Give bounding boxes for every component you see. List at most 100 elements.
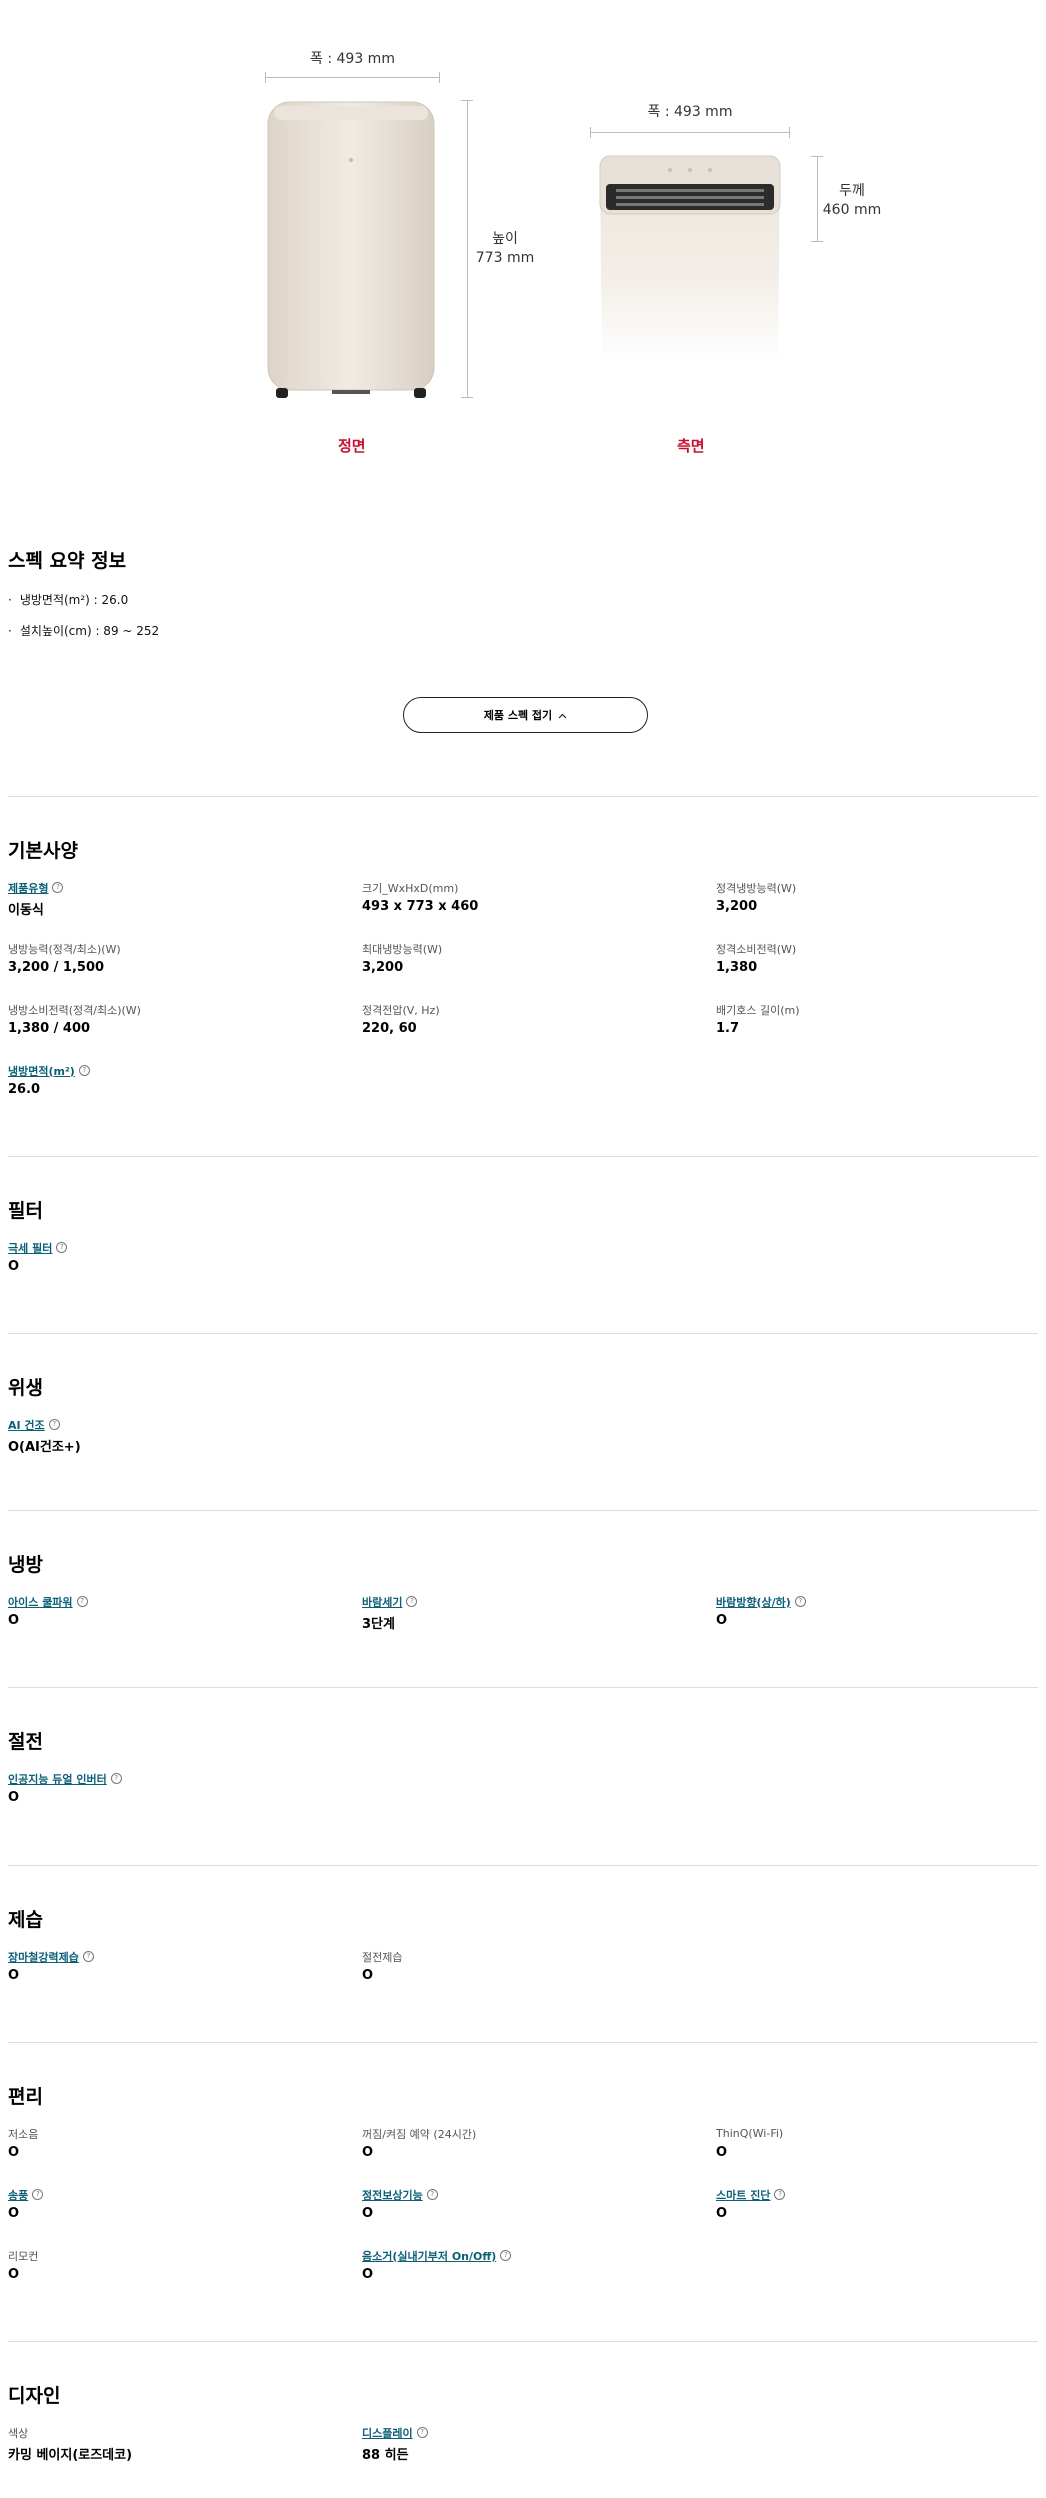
spec-label[interactable]: 바람세기?	[362, 1594, 692, 1609]
spec-label-link[interactable]: 디스플레이	[362, 2425, 413, 2441]
spec-label-link[interactable]: 아이스 쿨파워	[8, 1594, 73, 1610]
spec-label-link[interactable]: 장마철강력제습	[8, 1949, 79, 1965]
spec-label-text: 색상	[8, 2426, 29, 2440]
spec-label-link[interactable]: 냉방면적(m²)	[8, 1063, 75, 1079]
info-icon[interactable]: ?	[56, 1242, 68, 1253]
spec-item: 색상카밍 베이지(로즈데코)	[8, 2425, 338, 2464]
spec-value: 26.0	[8, 1082, 41, 1097]
spec-item: 인공지능 듀얼 인버터? O	[8, 1771, 338, 1805]
spec-label-link[interactable]: 바람방향(상/하)	[716, 1594, 791, 1610]
spec-label-link[interactable]: 인공지능 듀얼 인버터	[8, 1771, 107, 1787]
info-icon[interactable]: ?	[406, 1596, 418, 1607]
spec-label[interactable]: 장마철강력제습?	[8, 1949, 338, 1964]
spec-item: 저소음 O	[8, 2126, 338, 2161]
info-icon[interactable]: ?	[774, 2189, 786, 2200]
spec-value: 493 x 773 x 460	[362, 899, 479, 914]
spec-label: 절전제습	[362, 1949, 692, 1964]
spec-item: 제품유형? 이동식	[8, 880, 338, 918]
spec-label-link[interactable]: 극세 필터	[8, 1240, 52, 1256]
spec-label-link[interactable]: 송풍	[8, 2187, 28, 2203]
spec-item: 꺼짐/켜짐 예약 (24시간) O	[362, 2126, 692, 2161]
spec-label[interactable]: 아이스 쿨파워?	[8, 1594, 338, 1609]
spec-value: O	[716, 2206, 728, 2221]
spec-value: 3단계	[362, 1617, 395, 1632]
spec-value: 3,200 / 1,500	[8, 960, 105, 975]
section-title-convenience: 편리	[8, 2086, 43, 2108]
spec-item: 정전보상기능? O	[362, 2187, 692, 2221]
spec-label-link[interactable]: 바람세기	[362, 1594, 402, 1610]
spec-label-text: 냉방능력(정격/최소)(W)	[8, 942, 121, 956]
spec-item: 냉방능력(정격/최소)(W) 3,200 / 1,500	[8, 941, 338, 976]
spec-value: 1.7	[716, 1021, 740, 1036]
spec-label: 색상	[8, 2425, 338, 2440]
info-icon[interactable]: ?	[76, 1596, 88, 1607]
spec-label[interactable]: 극세 필터?	[8, 1240, 338, 1255]
spec-item: 바람세기? 3단계	[362, 1594, 692, 1632]
spec-value: 카밍 베이지(로즈데코)	[8, 2448, 133, 2463]
section-title-hygiene: 위생	[8, 1377, 43, 1399]
info-icon[interactable]: ?	[32, 2189, 44, 2200]
info-icon[interactable]: ?	[426, 2189, 438, 2200]
spec-label-link[interactable]: 음소거(실내기부저 On/Off)	[362, 2248, 496, 2264]
info-icon[interactable]: ?	[416, 2427, 428, 2438]
spec-value: 3,200	[362, 960, 404, 975]
spec-item: 음소거(실내기부저 On/Off)? O	[362, 2248, 692, 2282]
spec-label-link[interactable]: 정전보상기능	[362, 2187, 423, 2203]
spec-item: 스마트 진단? O	[716, 2187, 1046, 2221]
info-icon[interactable]: ?	[78, 1065, 90, 1076]
spec-label[interactable]: 스마트 진단?	[716, 2187, 1046, 2202]
spec-value: O(AI건조+)	[8, 1440, 81, 1455]
spec-value: 88 히든	[362, 2448, 409, 2463]
spec-label[interactable]: AI 건조?	[8, 1417, 338, 1432]
spec-label: 크기_WxHxD(mm)	[362, 880, 692, 895]
spec-label-text: 정격소비전력(W)	[716, 942, 797, 956]
info-icon[interactable]: ?	[110, 1773, 122, 1784]
fold-spec-button[interactable]: 제품 스펙 접기	[403, 697, 648, 733]
summary-item: 냉방면적(m²) : 26.0	[8, 591, 128, 608]
spec-label: 냉방소비전력(정격/최소)(W)	[8, 1002, 338, 1017]
spec-label[interactable]: 정전보상기능?	[362, 2187, 692, 2202]
spec-label-link[interactable]: AI 건조	[8, 1417, 45, 1433]
spec-label[interactable]: 음소거(실내기부저 On/Off)?	[362, 2248, 692, 2263]
chevron-up-icon	[558, 709, 567, 722]
spec-item: 정격전압(V, Hz) 220, 60	[362, 1002, 692, 1037]
spec-label[interactable]: 송풍?	[8, 2187, 338, 2202]
summary-title: 스펙 요약 정보	[8, 550, 127, 572]
spec-label[interactable]: 디스플레이?	[362, 2425, 692, 2440]
spec-label-text: 배기호스 길이(m)	[716, 1003, 800, 1017]
spec-item: 최대냉방능력(W) 3,200	[362, 941, 692, 976]
spec-label[interactable]: 제품유형?	[8, 880, 338, 895]
spec-item: ThinQ(Wi-Fi) O	[716, 2126, 1046, 2160]
spec-value: O	[716, 2145, 728, 2160]
spec-label-link[interactable]: 제품유형	[8, 880, 48, 896]
info-icon[interactable]: ?	[500, 2250, 512, 2261]
spec-label-text: 리모컨	[8, 2249, 39, 2263]
section-title-filter: 필터	[8, 1200, 43, 1222]
spec-label-link[interactable]: 스마트 진단	[716, 2187, 770, 2203]
spec-value: O	[8, 1790, 20, 1805]
spec-label: 정격전압(V, Hz)	[362, 1002, 692, 1017]
spec-item: 아이스 쿨파워? O	[8, 1594, 338, 1628]
spec-label[interactable]: 냉방면적(m²)?	[8, 1063, 338, 1078]
spec-item: 냉방면적(m²)? 26.0	[8, 1063, 338, 1097]
info-icon[interactable]: ?	[52, 882, 64, 893]
section-title-basic: 기본사양	[8, 840, 78, 862]
spec-value: O	[716, 1613, 728, 1628]
spec-label[interactable]: 인공지능 듀얼 인버터?	[8, 1771, 338, 1786]
info-icon[interactable]: ?	[82, 1951, 94, 1962]
spec-item: 리모컨 O	[8, 2248, 338, 2283]
spec-item: 냉방소비전력(정격/최소)(W) 1,380 / 400	[8, 1002, 338, 1037]
spec-label-text: 꺼짐/켜짐 예약 (24시간)	[362, 2127, 477, 2141]
spec-value: O	[362, 2145, 374, 2160]
spec-item: 장마철강력제습? O	[8, 1949, 338, 1983]
spec-label-text: 정격냉방능력(W)	[716, 881, 797, 895]
spec-value: 1,380 / 400	[8, 1021, 91, 1036]
spec-label: 꺼짐/켜짐 예약 (24시간)	[362, 2126, 692, 2141]
section-title-cooling: 냉방	[8, 1554, 43, 1576]
info-icon[interactable]: ?	[48, 1419, 60, 1430]
spec-item: AI 건조? O(AI건조+)	[8, 1417, 338, 1456]
spec-item: 정격냉방능력(W) 3,200	[716, 880, 1046, 915]
info-icon[interactable]: ?	[794, 1596, 806, 1607]
spec-label[interactable]: 바람방향(상/하)?	[716, 1594, 1046, 1609]
spec-item: 절전제습 O	[362, 1949, 692, 1984]
